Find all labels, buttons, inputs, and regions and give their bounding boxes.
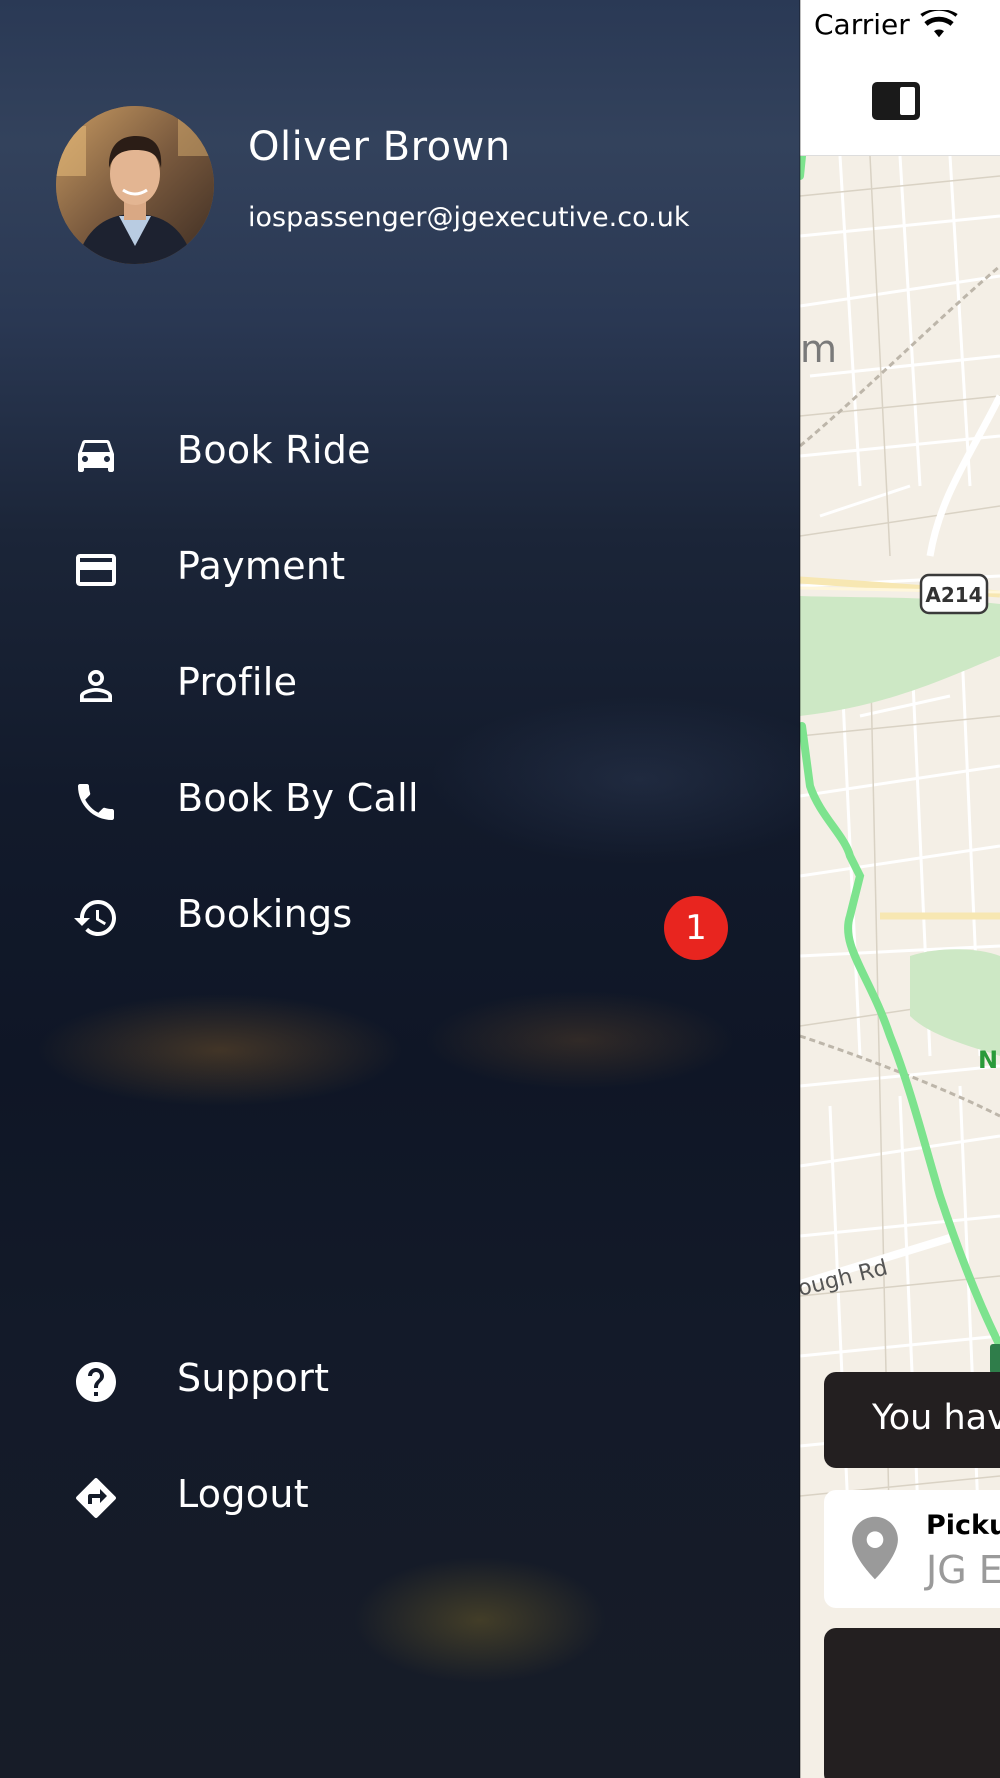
book-action-button[interactable] — [824, 1628, 1000, 1778]
ride-notice-banner[interactable]: You hav — [824, 1372, 1000, 1468]
menu-item-label: Book Ride — [177, 428, 371, 472]
pickup-title: Pickup — [926, 1510, 1000, 1541]
sidebar-toggle-icon[interactable] — [870, 80, 922, 122]
person-icon — [72, 662, 120, 710]
pickup-address: JG E — [926, 1548, 1000, 1592]
directions-icon — [72, 1474, 120, 1522]
avatar-photo — [56, 106, 214, 264]
credit-card-icon — [72, 546, 120, 594]
map-park-label: N — [978, 1046, 998, 1074]
carrier-label: Carrier — [814, 8, 910, 41]
side-drawer: Oliver Brown iospassenger@jgexecutive.co… — [0, 0, 800, 1778]
menu-item-label: Bookings — [177, 892, 353, 936]
status-bar: Carrier — [800, 0, 1000, 50]
menu-item-book-by-call[interactable]: Book By Call — [0, 754, 800, 844]
menu-item-payment[interactable]: Payment — [0, 522, 800, 612]
menu-item-label: Payment — [177, 544, 346, 588]
road-shield-label: A214 — [925, 583, 982, 607]
menu-item-support[interactable]: Support — [0, 1334, 800, 1424]
phone-icon — [72, 778, 120, 826]
drawer-edge-shadow — [799, 0, 801, 1778]
map-place-label: m — [800, 327, 837, 371]
pickup-location-card[interactable]: Pickup JG E — [824, 1490, 1000, 1608]
history-icon — [72, 894, 120, 942]
location-pin-icon — [850, 1516, 900, 1580]
user-name: Oliver Brown — [248, 124, 511, 170]
user-email: iospassenger@jgexecutive.co.uk — [248, 202, 690, 233]
menu-item-book-ride[interactable]: Book Ride — [0, 406, 800, 496]
notice-text: You hav — [872, 1398, 1000, 1438]
wifi-icon — [920, 9, 958, 38]
menu-item-label: Profile — [177, 660, 298, 704]
car-icon — [72, 430, 120, 478]
help-circle-icon — [72, 1358, 120, 1406]
user-profile-header[interactable]: Oliver Brown iospassenger@jgexecutive.co… — [56, 106, 776, 266]
avatar[interactable] — [56, 106, 214, 264]
menu-item-label: Book By Call — [177, 776, 419, 820]
navigation-bar — [800, 50, 1000, 156]
main-screen: A214 m ough Rd N Carrier You hav Pickup … — [800, 0, 1000, 1778]
menu-item-profile[interactable]: Profile — [0, 638, 800, 728]
menu-item-logout[interactable]: Logout — [0, 1450, 800, 1540]
menu-item-label: Logout — [177, 1472, 309, 1516]
bookings-count-badge: 1 — [664, 896, 728, 960]
menu-item-label: Support — [177, 1356, 330, 1400]
